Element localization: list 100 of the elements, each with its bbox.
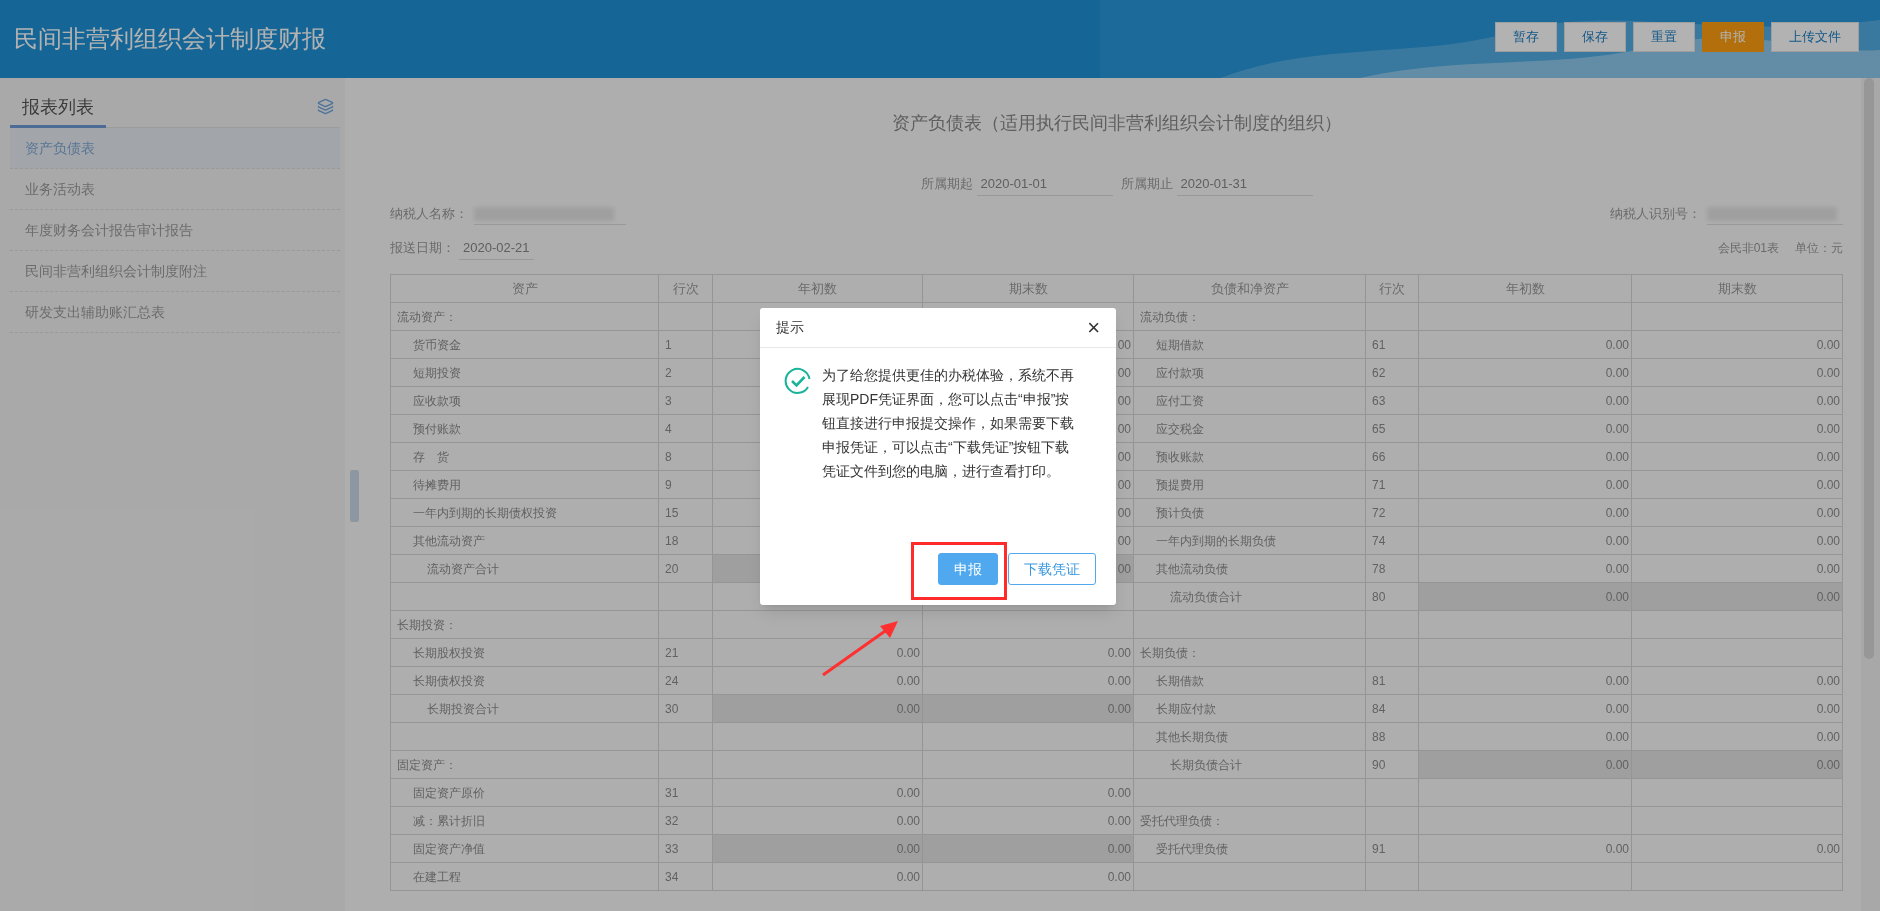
column-header: 年初数 bbox=[712, 274, 923, 303]
table-cell: 0.00 bbox=[1605, 533, 1629, 548]
dialog-button[interactable]: 下载凭证 bbox=[1008, 553, 1096, 585]
table-cell: 20 bbox=[665, 561, 679, 576]
table-cell: 2 bbox=[665, 365, 672, 380]
table-cell: 0.00 bbox=[1605, 449, 1629, 464]
dialog-title: 提示 bbox=[776, 318, 804, 337]
date-field[interactable]: 2020-01-31 bbox=[1176, 172, 1313, 196]
table-cell: 长期投资合计 bbox=[427, 701, 499, 716]
table-cell: 0.00 bbox=[1816, 757, 1840, 772]
table-cell: 74 bbox=[1372, 533, 1386, 548]
table-cell: 存 货 bbox=[413, 449, 449, 464]
table-cell: 短期投资 bbox=[413, 365, 461, 380]
table-cell: 00 bbox=[1117, 393, 1131, 408]
table-cell: 0.00 bbox=[1816, 477, 1840, 492]
column-header: 期末数 bbox=[922, 274, 1134, 303]
sidebar-item[interactable]: 年度财务会计报告审计报告 bbox=[10, 210, 340, 251]
table-cell: 一年内到期的长期负债 bbox=[1156, 533, 1276, 548]
sidebar-item[interactable]: 研发支出辅助账汇总表 bbox=[10, 292, 340, 333]
table-cell: 0.00 bbox=[1816, 365, 1840, 380]
table-cell: 0.00 bbox=[896, 841, 920, 856]
table-cell: 0.00 bbox=[896, 813, 920, 828]
table-cell: 0.00 bbox=[1816, 561, 1840, 576]
table-cell: 0.00 bbox=[1107, 841, 1131, 856]
date-field[interactable]: 2020-01-01 bbox=[976, 172, 1113, 196]
table-cell: 长期负债： bbox=[1140, 645, 1200, 660]
table-cell: 81 bbox=[1372, 673, 1386, 688]
toolbar-button[interactable]: 重置 bbox=[1633, 22, 1695, 52]
table-cell: 0.00 bbox=[1107, 645, 1131, 660]
table-cell: 一年内到期的长期债权投资 bbox=[413, 505, 557, 520]
table-cell: 长期借款 bbox=[1156, 673, 1204, 688]
table-cell: 0.00 bbox=[1816, 729, 1840, 744]
table-cell: 0.00 bbox=[1816, 841, 1840, 856]
sidebar-item[interactable]: 业务活动表 bbox=[10, 169, 340, 210]
table-cell: 长期债权投资 bbox=[413, 673, 485, 688]
table-cell: 8 bbox=[665, 449, 672, 464]
table-cell: 30 bbox=[665, 701, 679, 716]
toolbar-button[interactable]: 申报 bbox=[1702, 22, 1764, 52]
table-cell: 0.00 bbox=[896, 869, 920, 884]
table-cell: 88 bbox=[1372, 729, 1386, 744]
table-cell: 21 bbox=[665, 645, 679, 660]
table-cell: 24 bbox=[665, 673, 679, 688]
table-cell: 0.00 bbox=[1816, 673, 1840, 688]
table-cell: 00 bbox=[1117, 337, 1131, 352]
table-cell: 预提费用 bbox=[1156, 477, 1204, 492]
table-cell: 待摊费用 bbox=[413, 477, 461, 492]
table-cell: 0.00 bbox=[1107, 701, 1131, 716]
table-cell: 72 bbox=[1372, 505, 1386, 520]
sidebar-item[interactable]: 民间非营利组织会计制度附注 bbox=[10, 251, 340, 292]
table-cell: 0.00 bbox=[1605, 729, 1629, 744]
table-cell: 受托代理负债： bbox=[1140, 813, 1224, 828]
table-cell: 78 bbox=[1372, 561, 1386, 576]
table-cell: 0.00 bbox=[1605, 701, 1629, 716]
table-cell: 0.00 bbox=[1816, 701, 1840, 716]
table-cell: 0.00 bbox=[1816, 337, 1840, 352]
column-header: 负债和净资产 bbox=[1133, 274, 1366, 303]
toolbar-button[interactable]: 上传文件 bbox=[1771, 22, 1859, 52]
column-header: 行次 bbox=[1365, 274, 1419, 303]
table-cell: 65 bbox=[1372, 421, 1386, 436]
table-cell: 固定资产： bbox=[397, 757, 457, 772]
table-cell: 长期股权投资 bbox=[413, 645, 485, 660]
date-field[interactable]: 2020-02-21 bbox=[459, 236, 534, 260]
table-cell: 0.00 bbox=[1605, 505, 1629, 520]
sidebar-item[interactable]: 资产负债表 bbox=[10, 128, 340, 169]
table-cell: 1 bbox=[665, 337, 672, 352]
table-cell: 0.00 bbox=[1107, 673, 1131, 688]
table-cell: 71 bbox=[1372, 477, 1386, 492]
table-cell: 4 bbox=[665, 421, 672, 436]
table-cell: 15 bbox=[665, 505, 679, 520]
dialog-button[interactable]: 申报 bbox=[938, 553, 998, 585]
toolbar-button[interactable]: 保存 bbox=[1564, 22, 1626, 52]
table-cell: 短期借款 bbox=[1156, 337, 1204, 352]
table-cell: 62 bbox=[1372, 365, 1386, 380]
table-cell: 应收款项 bbox=[413, 393, 461, 408]
table-cell: 流动资产： bbox=[397, 309, 457, 324]
table-cell: 31 bbox=[665, 785, 679, 800]
table-cell: 0.00 bbox=[1605, 841, 1629, 856]
table-cell: 长期应付款 bbox=[1156, 701, 1216, 716]
table-cell: 0.00 bbox=[1605, 757, 1629, 772]
dialog-message: 为了给您提供更佳的办税体验，系统不再展现PDF凭证界面，您可以点击“申报”按钮直接进行申报提交操作，如果需要下载申报凭证，可以点击“下载凭证”按钮下载凭证文件到您的电脑，进行查看打印。 bbox=[822, 366, 1075, 481]
toolbar-button[interactable]: 暂存 bbox=[1495, 22, 1557, 52]
table-cell: 0.00 bbox=[1605, 589, 1629, 604]
field-label: 所属期止 bbox=[1120, 175, 1173, 194]
field-label: 报送日期： bbox=[390, 239, 455, 258]
table-cell: 其他长期负债 bbox=[1156, 729, 1228, 744]
column-header: 行次 bbox=[658, 274, 713, 303]
column-header: 资产 bbox=[390, 274, 659, 303]
close-button[interactable]: × bbox=[1087, 316, 1100, 339]
table-cell: 63 bbox=[1372, 393, 1386, 408]
table-cell: 0.00 bbox=[1107, 785, 1131, 800]
table-cell: 固定资产原价 bbox=[413, 785, 485, 800]
table-cell: 0.00 bbox=[1107, 869, 1131, 884]
table-cell: 3 bbox=[665, 393, 672, 408]
table-cell: 在建工程 bbox=[413, 869, 461, 884]
table-cell: 0.00 bbox=[1605, 673, 1629, 688]
table-cell: 34 bbox=[665, 869, 679, 884]
table-cell: 0.00 bbox=[1605, 337, 1629, 352]
table-cell: 00 bbox=[1117, 477, 1131, 492]
table-cell: 0.00 bbox=[896, 673, 920, 688]
table-cell: 0.00 bbox=[896, 785, 920, 800]
